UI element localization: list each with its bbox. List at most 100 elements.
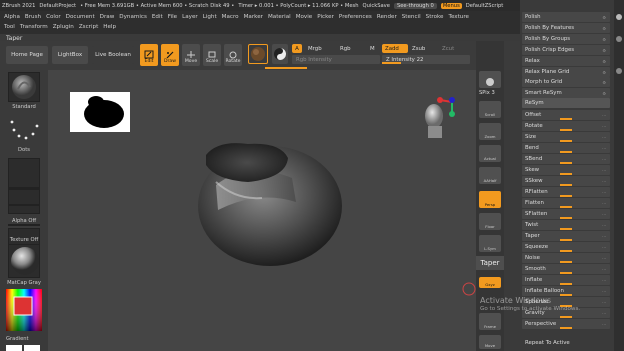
gear-icon[interactable]: ⚙ bbox=[602, 48, 607, 53]
a-button[interactable]: A bbox=[292, 44, 302, 53]
deformer-sskew[interactable]: SSkew ⋯ bbox=[522, 176, 610, 186]
resym-button[interactable]: ReSym bbox=[522, 98, 610, 108]
move-view-button[interactable]: Move bbox=[479, 335, 501, 349]
aahalf-button[interactable]: AAHalf bbox=[479, 167, 501, 184]
deformer-slider-fill[interactable] bbox=[560, 261, 572, 263]
z-intensity-slider[interactable]: Z Intensity 22 bbox=[382, 55, 470, 64]
axis-toggle-icon[interactable]: ⋯ bbox=[602, 146, 607, 151]
lightbox-button[interactable]: LightBox bbox=[52, 46, 88, 64]
deformer-flatten[interactable]: Flatten ⋯ bbox=[522, 198, 610, 208]
palette-item-polish-by-features[interactable]: Polish By Features ⚙ bbox=[522, 23, 610, 33]
color-picker-button[interactable] bbox=[272, 44, 288, 64]
navigation-gizmo[interactable] bbox=[412, 94, 462, 144]
axis-toggle-icon[interactable]: ⋯ bbox=[602, 113, 607, 118]
menu-dynamics[interactable]: Dynamics bbox=[119, 14, 147, 20]
menu-material[interactable]: Material bbox=[268, 14, 291, 20]
draw-button[interactable]: Draw bbox=[161, 44, 179, 66]
scroll-knob-3[interactable] bbox=[616, 68, 622, 74]
spix-label[interactable]: SPix 3 bbox=[479, 90, 495, 96]
deformer-rotate[interactable]: Rotate ⋯ bbox=[522, 121, 610, 131]
move-button[interactable]: Move bbox=[182, 44, 200, 66]
axis-toggle-icon[interactable]: ⋯ bbox=[602, 179, 607, 184]
deformer-slider-fill[interactable] bbox=[560, 283, 572, 285]
axis-toggle-icon[interactable]: ⋯ bbox=[602, 201, 607, 206]
menu-light[interactable]: Light bbox=[203, 14, 217, 20]
menu-stencil[interactable]: Stencil bbox=[402, 14, 421, 20]
menu-help[interactable]: Help bbox=[103, 24, 116, 30]
menu-zscript[interactable]: Zscript bbox=[79, 24, 98, 30]
menu-draw[interactable]: Draw bbox=[100, 14, 115, 20]
deformer-slider-fill[interactable] bbox=[560, 151, 572, 153]
gear-icon[interactable]: ⚙ bbox=[602, 15, 607, 20]
deformer-slider-fill[interactable] bbox=[560, 228, 572, 230]
axis-toggle-icon[interactable]: ⋯ bbox=[602, 267, 607, 272]
color-picker[interactable] bbox=[6, 289, 42, 331]
axis-toggle-icon[interactable]: ⋯ bbox=[602, 245, 607, 250]
brush-thumbnail[interactable] bbox=[8, 72, 40, 102]
deformer-slider-fill[interactable] bbox=[560, 217, 572, 219]
axis-toggle-icon[interactable]: ⋯ bbox=[602, 234, 607, 239]
deformer-slider-fill[interactable] bbox=[560, 118, 572, 120]
see-through-slider[interactable]: See-through 0 bbox=[393, 2, 437, 9]
axis-toggle-icon[interactable]: ⋯ bbox=[602, 256, 607, 261]
home-page-button[interactable]: Home Page bbox=[6, 46, 48, 64]
axis-toggle-icon[interactable]: ⋯ bbox=[602, 135, 607, 140]
persp-button[interactable]: Persp bbox=[479, 191, 501, 208]
deformer-slider-fill[interactable] bbox=[560, 327, 572, 329]
deformer-rflatten[interactable]: RFlatten ⋯ bbox=[522, 187, 610, 197]
rgb-button[interactable]: Rgb bbox=[336, 44, 366, 53]
palette-item-relax-plane-grid[interactable]: Relax Plane Grid ⚙ bbox=[522, 67, 610, 77]
floor-button[interactable]: Floor bbox=[479, 213, 501, 230]
secondary-color-swatch[interactable] bbox=[24, 345, 40, 351]
quicksave-button[interactable]: QuickSave bbox=[363, 3, 390, 9]
deformer-slider-fill[interactable] bbox=[560, 184, 572, 186]
deformer-bend[interactable]: Bend ⋯ bbox=[522, 143, 610, 153]
deformer-slider-fill[interactable] bbox=[560, 195, 572, 197]
deformer-offset[interactable]: Offset ⋯ bbox=[522, 110, 610, 120]
axis-toggle-icon[interactable]: ⋯ bbox=[602, 190, 607, 195]
deformer-slider-fill[interactable] bbox=[560, 239, 572, 241]
axis-toggle-icon[interactable]: ⋯ bbox=[602, 223, 607, 228]
actual-button[interactable]: Actual bbox=[479, 145, 501, 162]
zcut-button[interactable]: Zcut bbox=[438, 44, 468, 53]
axis-toggle-icon[interactable]: ⋯ bbox=[602, 124, 607, 129]
scale-button[interactable]: Scale bbox=[203, 44, 221, 66]
deformer-slider-fill[interactable] bbox=[560, 162, 572, 164]
menu-tool[interactable]: Tool bbox=[4, 24, 15, 30]
deformer-sflatten[interactable]: SFlatten ⋯ bbox=[522, 209, 610, 219]
menu-transform[interactable]: Transform bbox=[20, 24, 48, 30]
palette-item-polish[interactable]: Polish ⚙ bbox=[522, 12, 610, 22]
menu-render[interactable]: Render bbox=[377, 14, 397, 20]
material-swatch[interactable] bbox=[248, 44, 268, 64]
menu-texture[interactable]: Texture bbox=[449, 14, 469, 20]
gear-icon[interactable]: ⚙ bbox=[602, 70, 607, 75]
deformer-inflate[interactable]: Inflate ⋯ bbox=[522, 275, 610, 285]
deformer-inflate-balloon[interactable]: Inflate Balloon ⋯ bbox=[522, 286, 610, 296]
bpr-button[interactable] bbox=[479, 71, 501, 88]
menu-movie[interactable]: Movie bbox=[296, 14, 313, 20]
gxyz-button[interactable]: Gxyz bbox=[479, 277, 501, 288]
edit-button[interactable]: Edit bbox=[140, 44, 158, 66]
menu-edit[interactable]: Edit bbox=[152, 14, 163, 20]
scroll-knob[interactable] bbox=[616, 14, 622, 20]
menu-macro[interactable]: Macro bbox=[222, 14, 239, 20]
material-thumbnail[interactable] bbox=[8, 244, 40, 278]
menu-file[interactable]: File bbox=[168, 14, 177, 20]
gear-icon[interactable]: ⚙ bbox=[602, 59, 607, 64]
deformer-slider-fill[interactable] bbox=[560, 173, 572, 175]
frame-button[interactable]: Frame bbox=[479, 313, 501, 330]
rgb-intensity-slider[interactable]: Rgb Intensity bbox=[292, 55, 380, 64]
gear-icon[interactable]: ⚙ bbox=[602, 91, 607, 96]
deformer-slider-fill[interactable] bbox=[560, 316, 572, 318]
rotate-button[interactable]: Rotate bbox=[224, 44, 242, 66]
document-canvas[interactable] bbox=[48, 70, 476, 351]
deformer-twist[interactable]: Twist ⋯ bbox=[522, 220, 610, 230]
palette-item-smart-resym[interactable]: Smart ReSym ⚙ bbox=[522, 88, 610, 98]
palette-item-morph-to-grid[interactable]: Morph to Grid ⚙ bbox=[522, 77, 610, 87]
deformer-taper[interactable]: Taper ⋯ bbox=[522, 231, 610, 241]
axis-toggle-icon[interactable]: ⋯ bbox=[602, 157, 607, 162]
menu-zplugin[interactable]: Zplugin bbox=[53, 24, 74, 30]
deformer-smooth[interactable]: Smooth ⋯ bbox=[522, 264, 610, 274]
palette-item-polish-crisp-edges[interactable]: Polish Crisp Edges ⚙ bbox=[522, 45, 610, 55]
repeat-to-active-button[interactable]: Repeat To Active bbox=[522, 338, 610, 348]
